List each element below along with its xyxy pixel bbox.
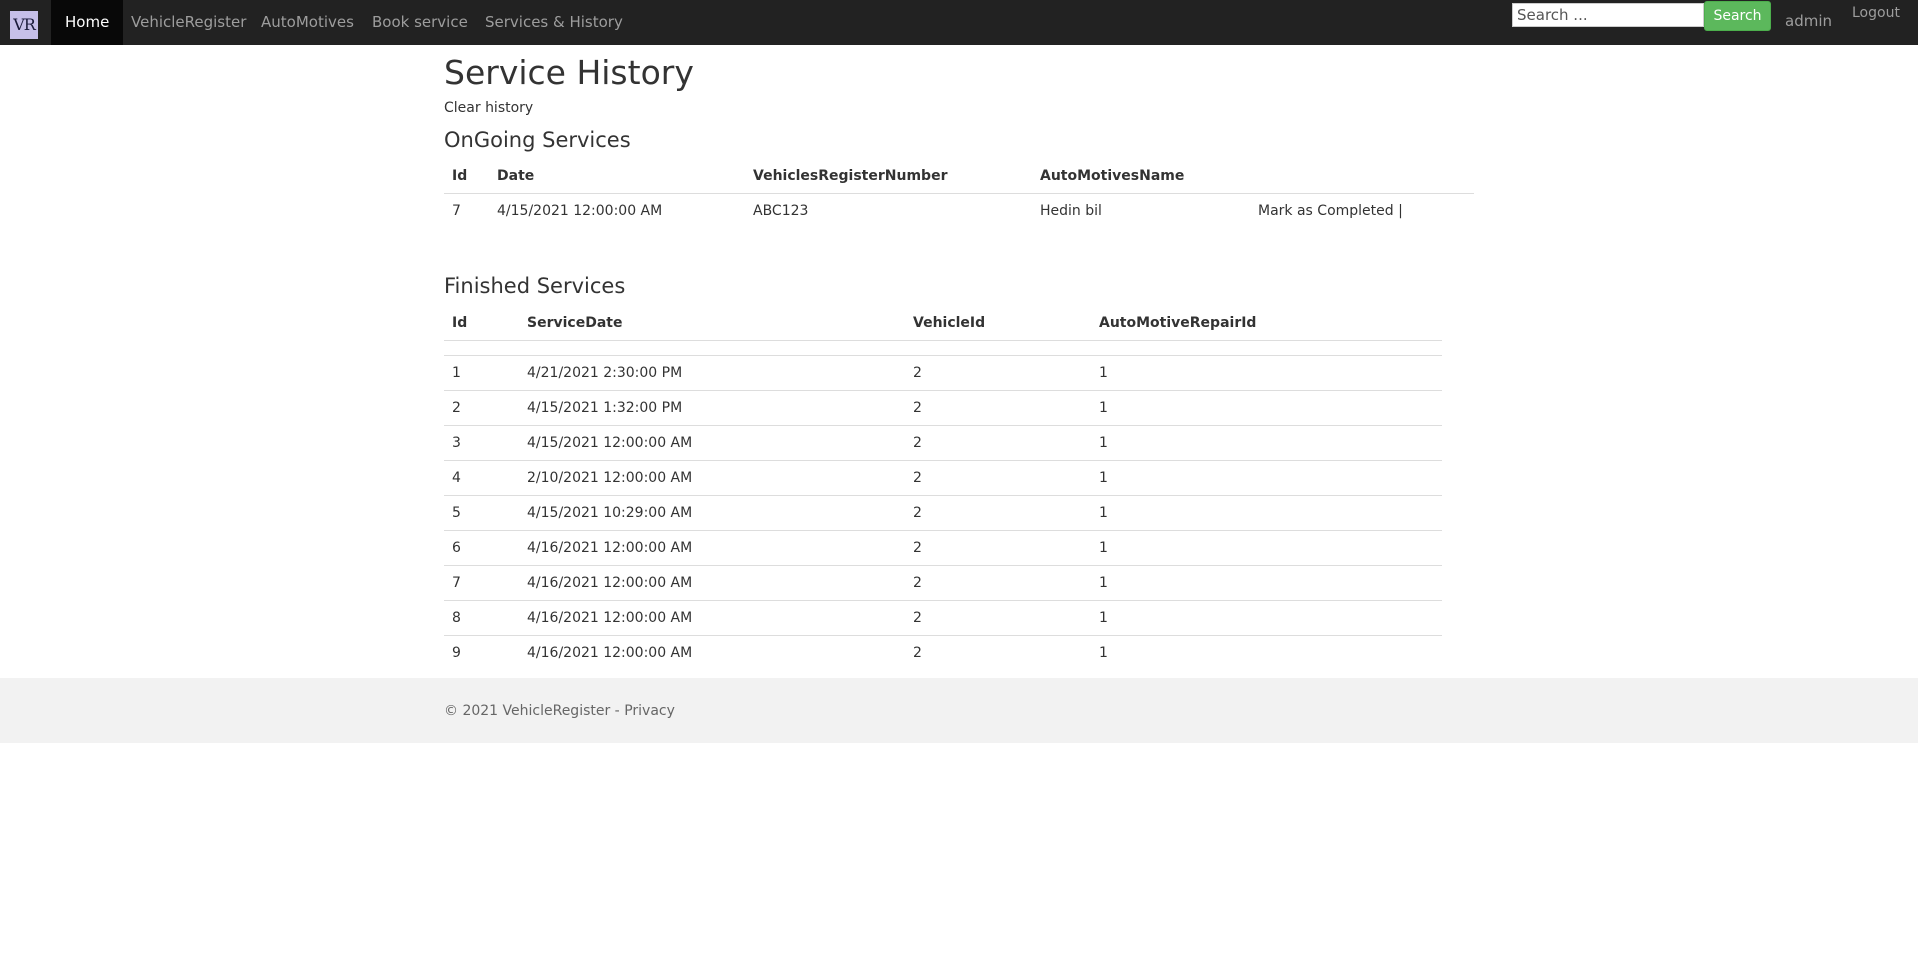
table-row: 7 4/16/2021 12:00:00 AM 2 1 [444,565,1442,601]
table-row: 6 4/16/2021 12:00:00 AM 2 1 [444,530,1442,566]
footer-copyright: © 2021 VehicleRegister - [444,703,625,719]
cell-id: 7 [444,565,519,601]
table-row: 3 4/15/2021 12:00:00 AM 2 1 [444,425,1442,461]
cell-id: 4 [444,460,519,496]
page-footer: © 2021 VehicleRegister - Privacy [0,678,1918,743]
cell-vehicle-id: 2 [905,635,1091,670]
col-date: Date [489,159,745,194]
cell-service-date: 4/15/2021 1:32:00 PM [519,390,905,426]
top-navbar: VR Home VehicleRegister AutoMotives Book… [0,0,1918,45]
cell-service-date: 2/10/2021 12:00:00 AM [519,460,905,496]
spacer-cell [444,341,1442,356]
cell-service-date: 4/16/2021 12:00:00 AM [519,600,905,636]
ongoing-header-row: Id Date VehiclesRegisterNumber AutoMotiv… [444,159,1474,194]
cell-vehicle-id: 2 [905,460,1091,496]
cell-repair-id: 1 [1091,565,1442,601]
cell-date: 4/15/2021 12:00:00 AM [497,203,663,219]
col-service-date: ServiceDate [519,306,905,341]
ongoing-heading: OnGoing Services [444,128,631,152]
col-vehicles-register-number: VehiclesRegisterNumber [745,159,1032,194]
col-vehicle-id: VehicleId [905,306,1091,341]
cell-repair-id: 1 [1091,600,1442,636]
finished-services-table: Id ServiceDate VehicleId AutoMotiveRepai… [444,306,1442,670]
cell-vehicle-id: 2 [905,530,1091,566]
cell-id: 2 [444,390,519,426]
col-id: Id [444,159,489,194]
cell-vehicle-id: 2 [905,355,1091,391]
col-automotives-name: AutoMotivesName [1032,159,1250,194]
table-spacer-row [444,341,1442,356]
cell-service-date: 4/16/2021 12:00:00 AM [519,565,905,601]
cell-id: 8 [444,600,519,636]
table-row: 9 4/16/2021 12:00:00 AM 2 1 [444,635,1442,670]
table-row: 5 4/15/2021 10:29:00 AM 2 1 [444,495,1442,531]
cell-automotive-name: Hedin bil [1040,203,1102,219]
cell-repair-id: 1 [1091,530,1442,566]
cell-vehicle-id: 2 [905,390,1091,426]
cell-repair-id: 1 [1091,635,1442,670]
finished-header-row: Id ServiceDate VehicleId AutoMotiveRepai… [444,306,1442,341]
nav-home[interactable]: Home [51,0,124,45]
cell-repair-id: 1 [1091,425,1442,461]
nav-services-history[interactable]: Services & History [485,0,623,45]
table-row: 7 4/15/2021 12:00:00 AM ABC123 Hedin bil… [444,194,1474,229]
cell-id: 9 [444,635,519,670]
col-automotive-repair-id: AutoMotiveRepairId [1091,306,1442,341]
cell-service-date: 4/21/2021 2:30:00 PM [519,355,905,391]
cell-vehicle-id: 2 [905,495,1091,531]
logout-button[interactable]: Logout [1852,5,1900,21]
brand-logo-icon[interactable]: VR [10,11,38,39]
cell-id: 5 [444,495,519,531]
privacy-link[interactable]: Privacy [624,703,675,719]
nav-user-name[interactable]: admin [1785,12,1832,30]
footer-text: © 2021 VehicleRegister - Privacy [444,703,675,719]
cell-id: 3 [444,425,519,461]
finished-heading: Finished Services [444,274,626,298]
table-row: 4 2/10/2021 12:00:00 AM 2 1 [444,460,1442,496]
cell-id: 6 [444,530,519,566]
nav-book-service[interactable]: Book service [372,0,468,45]
cell-service-date: 4/16/2021 12:00:00 AM [519,530,905,566]
ongoing-services-table: Id Date VehiclesRegisterNumber AutoMotiv… [444,159,1474,228]
col-id: Id [444,306,519,341]
cell-repair-id: 1 [1091,495,1442,531]
table-row: 2 4/15/2021 1:32:00 PM 2 1 [444,390,1442,426]
cell-vehicle-id: 2 [905,600,1091,636]
cell-service-date: 4/15/2021 10:29:00 AM [519,495,905,531]
table-row: 1 4/21/2021 2:30:00 PM 2 1 [444,355,1442,391]
cell-service-date: 4/15/2021 12:00:00 AM [519,425,905,461]
cell-id: 1 [444,355,519,391]
cell-repair-id: 1 [1091,390,1442,426]
cell-repair-id: 1 [1091,355,1442,391]
nav-automotives[interactable]: AutoMotives [261,0,354,45]
cell-vehicle-id: 2 [905,565,1091,601]
cell-action: Mark as Completed | [1250,194,1474,229]
col-actions [1250,159,1474,194]
cell-vehicle-id: 2 [905,425,1091,461]
cell-id: 7 [452,203,461,219]
cell-register-number: ABC123 [753,203,809,219]
nav-vehicle-register[interactable]: VehicleRegister [131,0,246,45]
mark-as-completed-link[interactable]: Mark as Completed | [1258,203,1403,219]
table-row: 8 4/16/2021 12:00:00 AM 2 1 [444,600,1442,636]
search-button[interactable]: Search [1704,1,1771,31]
search-input[interactable] [1512,3,1704,27]
cell-service-date: 4/16/2021 12:00:00 AM [519,635,905,670]
clear-history-link[interactable]: Clear history [444,100,533,116]
cell-repair-id: 1 [1091,460,1442,496]
page-title: Service History [444,53,694,92]
